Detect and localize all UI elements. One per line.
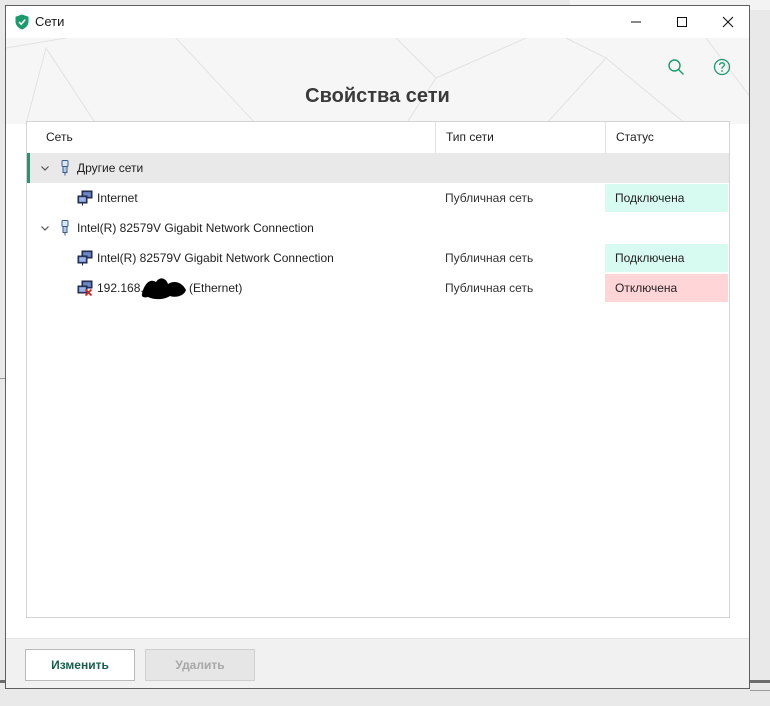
group-name: Intel(R) 82579V Gigabit Network Connecti… [77, 221, 314, 235]
edit-button[interactable]: Изменить [25, 649, 135, 681]
column-header-network[interactable]: Сеть [27, 122, 436, 153]
network-name: Internet [97, 191, 138, 205]
background-line [750, 690, 770, 691]
close-icon [722, 16, 734, 28]
maximize-icon [677, 17, 687, 27]
network-name-suffix: (Ethernet) [189, 281, 243, 295]
networks-window: Сети Свойства сети Сеть Тип сети Статус … [5, 5, 750, 689]
network-type: Публичная сеть [445, 251, 534, 265]
page-title: Свойства сети [305, 85, 450, 107]
network-type: Публичная сеть [445, 191, 534, 205]
network-name: Intel(R) 82579V Gigabit Network Connecti… [97, 251, 334, 265]
table-header: Сеть Тип сети Статус [27, 122, 729, 154]
network-disconnected-icon [77, 280, 93, 296]
search-icon [668, 59, 684, 75]
status-badge: Отключена [605, 274, 728, 302]
chevron-down-icon[interactable] [39, 162, 51, 174]
column-header-status[interactable]: Статус [605, 122, 729, 153]
network-adapter-icon [61, 220, 69, 236]
group-name: Другие сети [77, 161, 144, 175]
help-button[interactable] [710, 55, 734, 79]
network-name-prefix: 192.168. [97, 281, 144, 295]
close-button[interactable] [705, 6, 749, 38]
selection-indicator [27, 153, 30, 183]
network-computers-icon [77, 190, 93, 206]
maximize-button[interactable] [659, 6, 705, 38]
status-badge: Подключена [605, 244, 728, 272]
network-computers-icon [77, 250, 93, 266]
minimize-button[interactable] [613, 6, 659, 38]
header-area: Свойства сети [6, 38, 749, 124]
window-title: Сети [35, 14, 65, 29]
footer-bar: Изменить Удалить [6, 638, 749, 688]
table-row-group[interactable]: Другие сети [27, 153, 729, 183]
delete-button[interactable]: Удалить [145, 649, 255, 681]
networks-table: Сеть Тип сети Статус Другие сети Interne… [26, 121, 730, 618]
network-type: Публичная сеть [445, 281, 534, 295]
help-icon [713, 58, 731, 76]
table-row[interactable]: Intel(R) 82579V Gigabit Network Connecti… [27, 243, 729, 273]
shield-icon [15, 14, 29, 30]
minimize-icon [631, 21, 641, 23]
column-header-type[interactable]: Тип сети [435, 122, 606, 153]
table-row[interactable]: 192.168. (Ethernet) Публичная сеть Отклю… [27, 273, 729, 303]
chevron-down-icon[interactable] [39, 222, 51, 234]
table-row-group[interactable]: Intel(R) 82579V Gigabit Network Connecti… [27, 213, 729, 243]
title-bar[interactable]: Сети [6, 6, 749, 38]
status-badge: Подключена [605, 184, 728, 212]
redaction-mark [141, 278, 186, 300]
table-row[interactable]: Internet Публичная сеть Подключена [27, 183, 729, 213]
search-button[interactable] [664, 55, 688, 79]
decorative-lines [6, 38, 749, 124]
network-adapter-icon [61, 160, 69, 176]
